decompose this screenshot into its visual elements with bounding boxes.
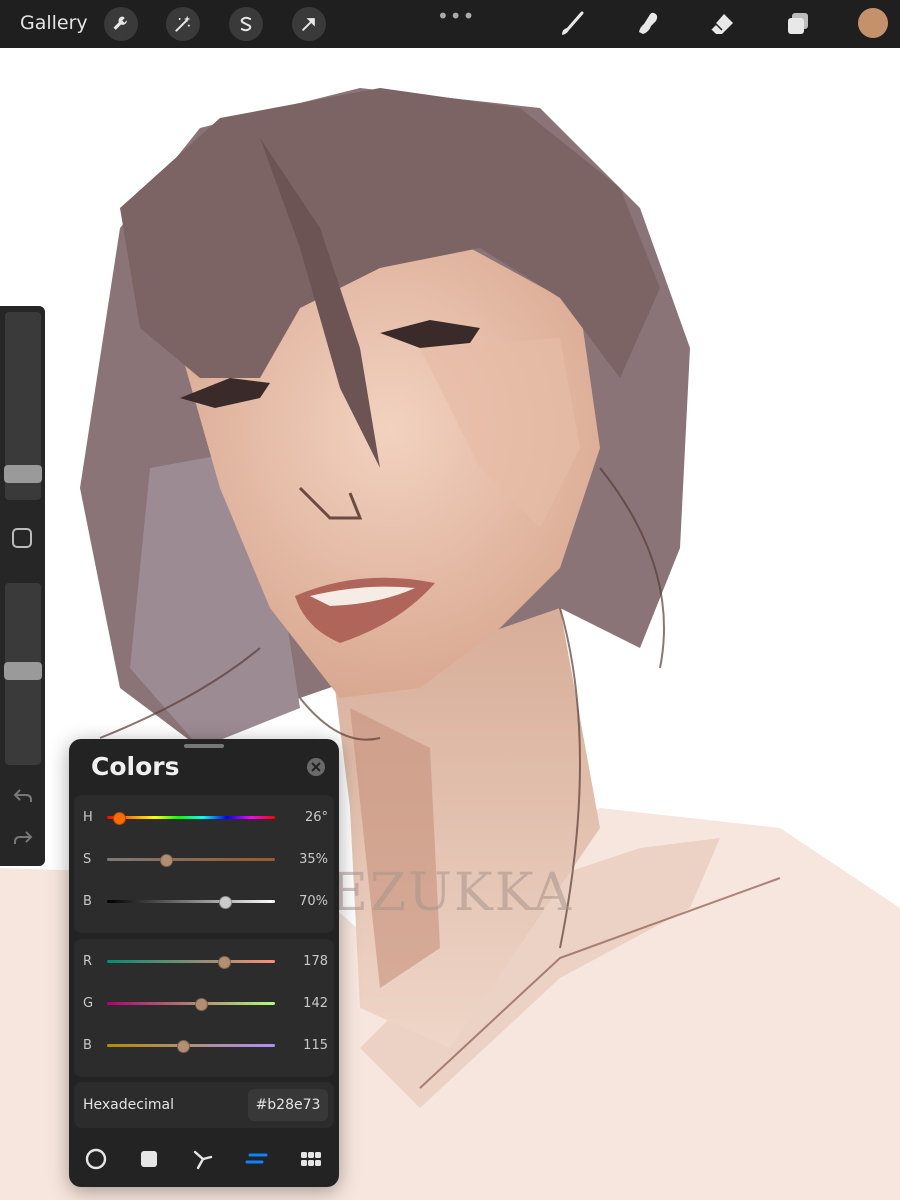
wrench-icon	[113, 16, 127, 30]
brush-size-knob[interactable]	[4, 465, 42, 483]
colors-panel: Colors H 26° S 35% B 70% R 178 G 142 B 1…	[69, 739, 339, 1187]
opacity-knob[interactable]	[4, 661, 42, 680]
brightness-slider[interactable]	[107, 896, 275, 909]
blue-thumb[interactable]	[176, 1040, 190, 1053]
hex-label: Hexadecimal	[83, 1097, 174, 1113]
close-panel-button[interactable]	[307, 758, 325, 776]
rgb-sliders-group: R 178 G 142 B 115	[74, 939, 334, 1077]
layers-button[interactable]	[782, 8, 814, 40]
eraser-icon	[710, 14, 733, 34]
panel-title: Colors	[91, 752, 180, 781]
transform-arrow-icon	[302, 18, 315, 31]
close-icon	[311, 762, 321, 772]
hsb-sliders-group: H 26° S 35% B 70%	[74, 795, 334, 933]
brightness-thumb[interactable]	[218, 896, 232, 909]
red-thumb[interactable]	[218, 956, 232, 969]
top-toolbar: Gallery •••	[0, 0, 900, 48]
redo-icon[interactable]	[11, 826, 35, 850]
undo-icon[interactable]	[11, 784, 35, 808]
brush-icon	[562, 11, 584, 35]
modify-button[interactable]	[12, 528, 32, 548]
classic-mode-button[interactable]	[135, 1145, 163, 1173]
hex-row: Hexadecimal #b28e73	[74, 1082, 334, 1128]
harmony-icon	[193, 1150, 213, 1170]
actions-wrench-button[interactable]	[104, 7, 138, 41]
saturation-thumb[interactable]	[159, 854, 173, 867]
left-sidebar	[0, 306, 45, 866]
hex-input[interactable]: #b28e73	[248, 1089, 328, 1121]
opacity-slider[interactable]	[4, 583, 42, 765]
watermark-text: EZUKKA	[330, 863, 573, 923]
disc-icon	[85, 1148, 107, 1170]
blue-slider[interactable]	[107, 1040, 275, 1053]
value-mode-button[interactable]	[242, 1145, 270, 1173]
grid-icon	[301, 1152, 321, 1166]
layers-icon	[788, 13, 808, 34]
eraser-tool-button[interactable]	[706, 8, 738, 40]
more-menu-button[interactable]: •••	[437, 4, 475, 28]
magic-wand-icon	[175, 15, 191, 32]
panel-drag-handle[interactable]	[184, 744, 224, 748]
brush-tool-button[interactable]	[556, 8, 588, 40]
hue-thumb[interactable]	[113, 812, 127, 825]
disc-mode-button[interactable]	[82, 1145, 110, 1173]
smudge-tool-button[interactable]	[632, 8, 664, 40]
green-thumb[interactable]	[194, 998, 208, 1011]
green-slider[interactable]	[107, 998, 275, 1011]
brush-size-slider[interactable]	[4, 312, 42, 500]
adjustments-button[interactable]	[166, 7, 200, 41]
palettes-mode-button[interactable]	[297, 1145, 325, 1173]
harmony-mode-button[interactable]	[189, 1145, 217, 1173]
saturation-slider[interactable]	[107, 854, 275, 867]
gallery-button[interactable]: Gallery	[20, 12, 88, 34]
color-mode-bar	[69, 1139, 339, 1179]
current-color-swatch[interactable]	[858, 8, 888, 38]
sliders-icon	[245, 1153, 268, 1164]
hue-slider[interactable]	[107, 812, 275, 825]
square-icon	[141, 1151, 157, 1167]
transform-button[interactable]	[292, 7, 326, 41]
red-slider[interactable]	[107, 956, 275, 969]
selection-s-icon	[240, 16, 252, 32]
smudge-finger-icon	[639, 12, 658, 35]
selection-button[interactable]	[229, 7, 263, 41]
